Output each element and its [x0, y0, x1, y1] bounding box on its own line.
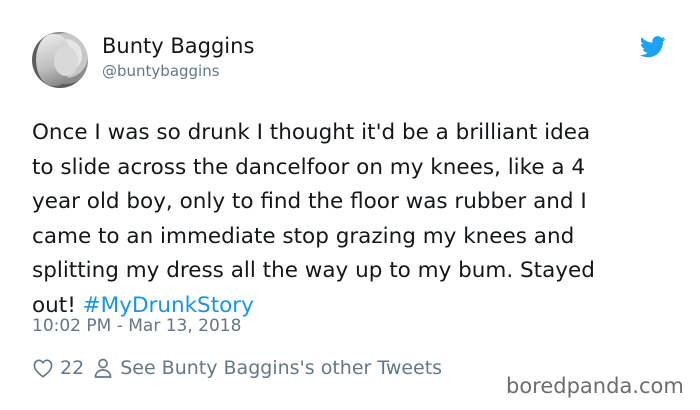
tweet-text: Once I was so drunk I thought it'd be a …: [32, 116, 682, 323]
like-count[interactable]: 22: [60, 357, 84, 379]
author-name[interactable]: Bunty Baggins: [102, 34, 254, 58]
watermark: boredpanda.com: [506, 374, 684, 398]
other-tweets-link[interactable]: See Bunty Baggins's other Tweets: [120, 357, 442, 379]
twitter-bird-icon[interactable]: [640, 36, 666, 58]
author-handle[interactable]: @buntybaggins: [102, 62, 220, 80]
person-icon: [94, 358, 112, 378]
avatar-face: [54, 46, 78, 76]
tweet-body: Once I was so drunk I thought it'd be a …: [32, 120, 595, 318]
tweet-timestamp[interactable]: 10:02 PM - Mar 13, 2018: [32, 316, 241, 336]
avatar[interactable]: [32, 32, 88, 88]
heart-icon[interactable]: [32, 358, 54, 378]
tweet-card: Bunty Baggins @buntybaggins Once I was s…: [0, 0, 700, 410]
hashtag-link[interactable]: #MyDrunkStory: [83, 293, 254, 318]
tweet-actions: 22 See Bunty Baggins's other Tweets: [32, 355, 442, 381]
